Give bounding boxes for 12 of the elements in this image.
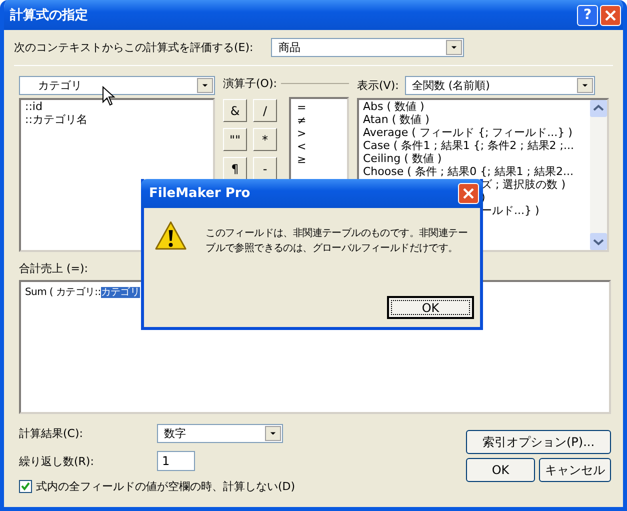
window-title: 計算式の指定 — [10, 6, 88, 24]
selected-text: カテゴリ — [100, 287, 140, 298]
operators-label: 演算子(O): — [223, 76, 277, 91]
view-label: 表示(V): — [357, 78, 399, 93]
formula-text: Sum ( カテゴリ:: — [25, 287, 101, 298]
alert-message: このフィールドは、非関連テーブルのものです。非関連テーブルで参照できるのは、グローバルフィールドだけです。 — [206, 226, 468, 256]
formula-label: 合計売上 (=): — [19, 261, 90, 276]
alert-title: FileMaker Pro — [149, 186, 250, 201]
checkbox-label: 式内の全フィールドの値が空欄の時、計算しない(D) — [36, 479, 296, 494]
repetitions-label: 繰り返し数(R): — [19, 454, 95, 468]
context-label: 次のコンテキストからこの計算式を評価する(E): — [14, 40, 254, 55]
result-type-label: 計算結果(C): — [19, 426, 84, 441]
